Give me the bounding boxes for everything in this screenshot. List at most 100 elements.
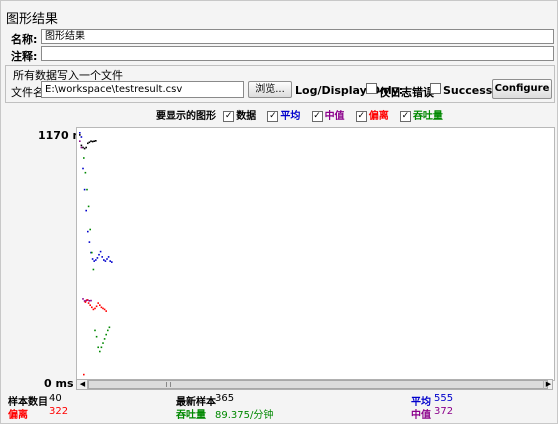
configure-button[interactable]: Configure <box>492 79 552 99</box>
graph-plot-area <box>76 127 555 381</box>
legend-median: 中值 <box>324 111 345 122</box>
data-point-4-1 <box>84 171 87 174</box>
legend-data: 数据 <box>236 111 257 122</box>
samples-value: 40 <box>49 393 62 404</box>
data-point-3-2 <box>86 299 88 301</box>
comment-input[interactable] <box>41 46 554 61</box>
data-point-1-18 <box>107 256 110 258</box>
data-point-1-2 <box>82 167 84 170</box>
data-point-1-13 <box>99 250 102 253</box>
browse-button[interactable]: 浏览... <box>248 81 292 98</box>
median-label: 中值 <box>411 410 431 421</box>
show-median-checkbox[interactable]: ✓ <box>311 110 323 122</box>
data-point-3-8 <box>95 305 98 308</box>
data-point-1-10 <box>95 259 97 261</box>
graph-legend: 要显示的图形 ✓ 数据 ✓ 平均 ✓ 中值 ✓ 偏离 ✓ 吞吐量 <box>156 107 451 122</box>
data-point-4-13 <box>103 338 106 340</box>
data-point-4-2 <box>86 188 88 191</box>
data-point-4-12 <box>102 342 104 344</box>
throughput-label: 吞吐量 <box>176 410 206 421</box>
data-point-1-15 <box>103 259 105 261</box>
name-label: 名称: <box>11 33 38 46</box>
data-point-1-11 <box>96 257 99 259</box>
data-point-3-5 <box>91 306 93 309</box>
successes-checkbox[interactable] <box>430 83 441 94</box>
scrollbar-thumb[interactable] <box>88 380 548 389</box>
comment-label: 注释: <box>11 50 38 63</box>
data-point-3-0 <box>83 373 85 376</box>
data-point-2-2 <box>82 298 84 300</box>
panel-title: 图形结果 <box>6 12 59 27</box>
median-value: 372 <box>434 406 454 417</box>
data-point-3-14 <box>105 310 107 312</box>
data-point-2-1 <box>80 146 83 149</box>
data-point-3-4 <box>89 304 91 306</box>
data-point-3-6 <box>92 308 95 311</box>
data-point-4-3 <box>87 205 90 208</box>
data-point-1-5 <box>87 230 89 233</box>
data-point-1-1 <box>80 136 83 138</box>
latest-sample-value: 365 <box>215 393 235 404</box>
data-point-4-4 <box>89 228 91 231</box>
graph-results-panel: 图形结果 名称: 图形结果 注释: 所有数据写入一个文件 文件名 E:\work… <box>0 0 558 424</box>
data-point-1-17 <box>106 258 108 260</box>
data-point-0-10 <box>95 140 97 142</box>
data-point-0-8 <box>91 140 94 143</box>
data-point-2-0 <box>79 140 81 142</box>
data-point-1-19 <box>109 260 111 262</box>
data-point-1-4 <box>85 209 87 212</box>
data-point-4-10 <box>99 350 101 353</box>
data-point-0-0 <box>79 134 81 136</box>
data-point-4-0 <box>83 157 85 159</box>
data-point-3-7 <box>94 307 96 310</box>
data-point-0-6 <box>88 141 91 144</box>
deviation-label: 偏离 <box>8 410 28 421</box>
data-point-1-0 <box>79 132 81 134</box>
data-point-0-9 <box>93 140 95 142</box>
data-point-3-3 <box>87 302 90 304</box>
show-deviation-checkbox[interactable]: ✓ <box>355 110 367 122</box>
data-point-0-1 <box>80 144 83 147</box>
errors-only-label: 仅日志错误 <box>379 86 434 99</box>
filename-label: 文件名 <box>11 86 44 99</box>
data-point-4-7 <box>94 329 96 332</box>
data-point-4-15 <box>107 329 109 332</box>
data-point-2-7 <box>90 299 92 302</box>
legend-average: 平均 <box>280 111 301 122</box>
data-point-1-8 <box>91 258 94 260</box>
data-point-1-3 <box>83 188 86 191</box>
data-point-0-7 <box>90 140 92 142</box>
data-point-3-10 <box>99 304 101 306</box>
legend-throughput: 吞吐量 <box>412 111 443 122</box>
name-input[interactable]: 图形结果 <box>41 29 554 44</box>
scroll-right-arrow-icon[interactable]: ▶ <box>543 380 553 389</box>
data-point-3-12 <box>102 307 104 310</box>
show-data-checkbox[interactable]: ✓ <box>223 110 235 122</box>
y-axis-min-label: 0 ms <box>44 377 74 390</box>
show-average-checkbox[interactable]: ✓ <box>267 110 279 122</box>
show-throughput-checkbox[interactable]: ✓ <box>399 110 411 122</box>
data-point-3-1 <box>84 301 87 303</box>
data-point-0-5 <box>87 142 89 145</box>
scroll-left-arrow-icon[interactable]: ◀ <box>78 380 88 389</box>
data-point-2-6 <box>88 300 91 302</box>
data-point-0-3 <box>83 147 86 150</box>
graph-horizontal-scrollbar[interactable]: ◀ ▶ <box>76 379 553 390</box>
data-point-3-13 <box>103 308 106 311</box>
data-point-3-11 <box>100 306 103 309</box>
data-point-1-20 <box>111 261 113 263</box>
graph-plot-svg <box>79 132 113 376</box>
deviation-value: 322 <box>49 406 69 417</box>
data-point-3-9 <box>97 302 99 304</box>
data-point-1-6 <box>88 241 91 243</box>
errors-only-checkbox[interactable] <box>366 83 377 94</box>
average-value: 555 <box>434 393 454 404</box>
data-point-1-16 <box>104 260 107 262</box>
legend-prompt: 要显示的图形 <box>156 111 216 122</box>
data-point-1-12 <box>98 253 100 256</box>
filename-input[interactable]: E:\workspace\testresult.csv <box>41 81 244 98</box>
data-point-4-14 <box>105 333 107 336</box>
legend-deviation: 偏离 <box>368 111 389 122</box>
data-point-1-9 <box>93 260 95 262</box>
data-point-4-16 <box>108 326 111 329</box>
